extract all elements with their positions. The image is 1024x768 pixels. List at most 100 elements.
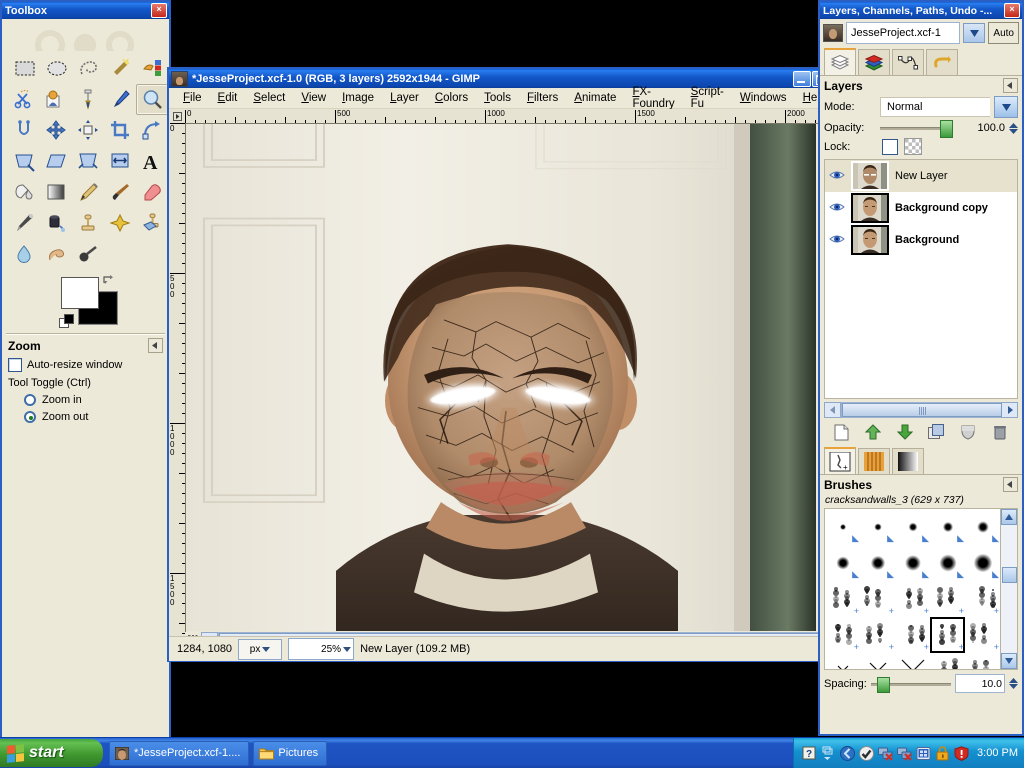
menu-item-colors[interactable]: Colors xyxy=(427,90,476,106)
perspective-clone-tool[interactable] xyxy=(136,208,169,239)
spacing-value[interactable]: 10.0 xyxy=(955,674,1005,693)
foreground-select-tool[interactable] xyxy=(40,84,73,115)
image-dropdown-icon[interactable] xyxy=(963,23,986,43)
color-picker-tool[interactable] xyxy=(104,84,137,115)
layer-visibility-icon[interactable] xyxy=(829,201,845,215)
opacity-value[interactable]: 100.0 xyxy=(957,122,1005,134)
brush-cell[interactable]: ◣ xyxy=(930,509,965,545)
mode-value[interactable]: Normal xyxy=(880,97,990,117)
layer-scroll-thumb[interactable] xyxy=(842,403,1002,417)
tab-channels[interactable] xyxy=(858,49,890,75)
select-by-color-tool[interactable] xyxy=(136,53,169,84)
auto-resize-checkbox[interactable] xyxy=(8,358,22,372)
menu-item-windows[interactable]: Windows xyxy=(732,90,795,106)
network-disconnected-icon[interactable] xyxy=(878,746,893,761)
lock-pixels-checkbox[interactable] xyxy=(882,138,898,155)
brush-cell[interactable]: + xyxy=(965,581,1000,617)
bucket-fill-tool[interactable] xyxy=(8,177,41,208)
windows-update-icon[interactable] xyxy=(916,746,931,761)
brush-cell[interactable]: + xyxy=(965,653,1000,669)
image-canvas[interactable] xyxy=(186,124,816,631)
zoom-selector[interactable]: 25% xyxy=(288,638,355,660)
tab-patterns[interactable] xyxy=(858,448,890,474)
layer-visibility-icon[interactable] xyxy=(829,233,845,247)
fuzzy-select-tool[interactable] xyxy=(104,53,137,84)
layer-scroll-track[interactable] xyxy=(841,402,1002,418)
anchor-layer-button[interactable] xyxy=(956,422,980,442)
delete-layer-button[interactable] xyxy=(988,422,1012,442)
brush-cell[interactable]: ◣ xyxy=(965,509,1000,545)
brush-cell[interactable]: ◣ xyxy=(825,545,860,581)
zoom-in-option[interactable]: Zoom in xyxy=(24,394,163,406)
image-name-field[interactable]: JesseProject.xcf-1 xyxy=(846,22,961,44)
brush-cell[interactable]: ◣ xyxy=(895,545,930,581)
brush-cell[interactable]: ◣ xyxy=(860,509,895,545)
crop-tool[interactable] xyxy=(104,115,137,146)
brush-cell[interactable]: + xyxy=(930,617,965,653)
flip-tool[interactable] xyxy=(104,146,137,177)
menu-item-edit[interactable]: Edit xyxy=(210,90,246,106)
minimize-button[interactable] xyxy=(793,70,811,87)
ellipse-select-tool[interactable] xyxy=(40,53,73,84)
brush-scrollbar[interactable] xyxy=(1000,509,1017,669)
mode-dropdown-icon[interactable] xyxy=(994,96,1018,118)
brush-cell[interactable]: + xyxy=(895,653,930,669)
brush-scroll-down-button[interactable] xyxy=(1001,653,1017,669)
dock-close-icon[interactable]: × xyxy=(1004,3,1020,18)
brush-cell[interactable]: ◣ xyxy=(860,545,895,581)
brush-cell[interactable]: + xyxy=(860,653,895,669)
brush-cell[interactable]: + xyxy=(895,617,930,653)
opacity-slider[interactable] xyxy=(880,120,953,138)
free-select-tool[interactable] xyxy=(72,53,105,84)
zoom-in-radio[interactable] xyxy=(24,394,36,406)
lock-warning-icon[interactable] xyxy=(935,745,950,761)
vertical-ruler[interactable]: 0 500 1000 1500 xyxy=(169,123,186,661)
blur-sharpen-tool[interactable] xyxy=(8,239,41,270)
brush-cell[interactable]: + xyxy=(965,617,1000,653)
tab-brushes[interactable]: + xyxy=(824,447,856,474)
shear-tool[interactable] xyxy=(40,146,73,177)
lock-alpha-icon[interactable] xyxy=(904,138,922,155)
menu-item-tools[interactable]: Tools xyxy=(476,90,519,106)
dodge-burn-tool[interactable] xyxy=(72,239,105,270)
tab-paths[interactable] xyxy=(892,49,924,75)
taskbar-clock[interactable]: 3:00 PM xyxy=(973,747,1018,759)
brush-cell[interactable]: ◣ xyxy=(965,545,1000,581)
help-icon[interactable]: ? xyxy=(802,746,817,761)
menu-item-file[interactable]: File xyxy=(175,90,210,106)
layer-scroll-left-button[interactable] xyxy=(824,402,841,418)
tool-options-menu-icon[interactable] xyxy=(148,338,163,353)
brush-cell[interactable]: + xyxy=(895,581,930,617)
brush-cell[interactable]: + xyxy=(825,617,860,653)
menu-item-layer[interactable]: Layer xyxy=(382,90,427,106)
network-disconnected-2-icon[interactable] xyxy=(897,746,912,761)
menu-item-fx-foundry[interactable]: FX-Foundry xyxy=(624,84,682,112)
zoom-tool[interactable] xyxy=(136,84,169,115)
menu-item-view[interactable]: View xyxy=(293,90,334,106)
heal-tool[interactable] xyxy=(104,208,137,239)
auto-follow-button[interactable]: Auto xyxy=(988,22,1019,44)
layer-row[interactable]: Background xyxy=(825,224,1017,256)
tab-undo-history[interactable] xyxy=(926,49,958,75)
clone-tool[interactable] xyxy=(72,208,105,239)
layer-row[interactable]: Background copy xyxy=(825,192,1017,224)
layers-menu-icon[interactable] xyxy=(1003,78,1018,93)
tab-layers[interactable] xyxy=(824,48,856,75)
perspective-tool[interactable] xyxy=(72,146,105,177)
menu-item-select[interactable]: Select xyxy=(245,90,293,106)
duplicate-layer-button[interactable] xyxy=(925,422,949,442)
horizontal-ruler[interactable]: 0 500 1000 1500 2000 xyxy=(185,109,832,124)
gradient-tool[interactable] xyxy=(40,177,73,208)
measure-tool[interactable] xyxy=(8,115,41,146)
rect-select-tool[interactable] xyxy=(8,53,41,84)
dock-titlebar[interactable]: Layers, Channels, Paths, Undo -... × xyxy=(820,2,1022,19)
paintbrush-tool[interactable] xyxy=(104,177,137,208)
pencil-tool[interactable] xyxy=(72,177,105,208)
rotate-tool[interactable] xyxy=(136,115,169,146)
spacing-spinner[interactable] xyxy=(1009,678,1018,689)
layer-list[interactable]: New Layer Background copy Background xyxy=(824,159,1018,399)
image-window-titlebar[interactable]: *JesseProject.xcf-1.0 (RGB, 3 layers) 25… xyxy=(169,69,832,88)
brush-cell[interactable]: ◣ xyxy=(895,509,930,545)
network-icon[interactable] xyxy=(840,745,856,761)
brush-grid[interactable]: ◣◣◣◣◣◣◣◣◣◣+++++++++++++++ xyxy=(824,508,1018,670)
